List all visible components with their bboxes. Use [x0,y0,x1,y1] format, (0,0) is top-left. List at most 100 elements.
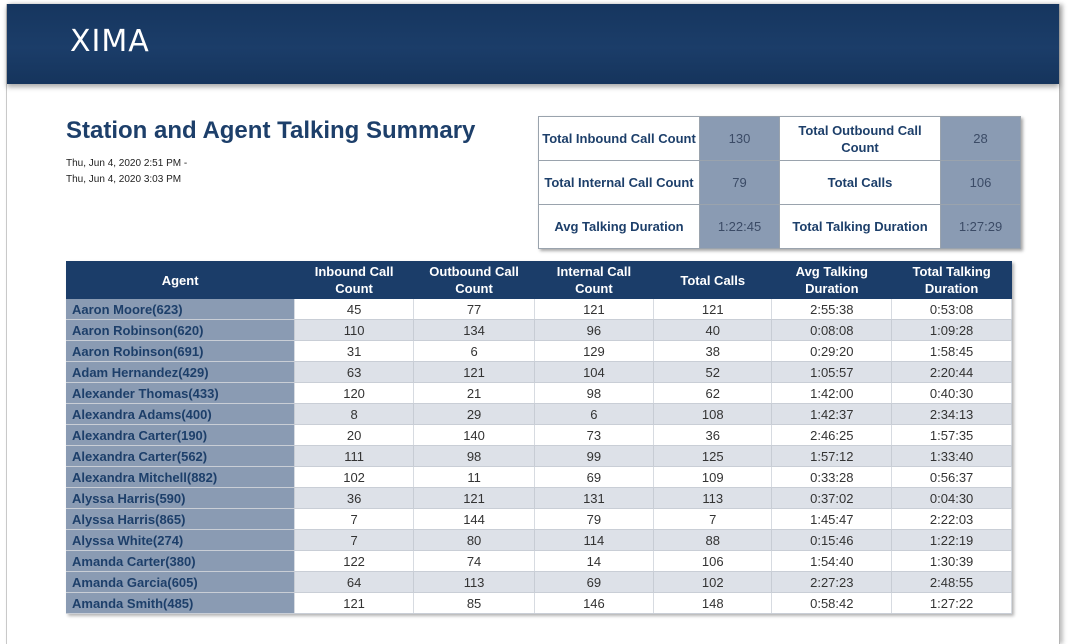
table-row: Aaron Robinson(691) 31 6 129 38 0:29:20 1:58:4… [66,340,1012,362]
table-cell: 2:27:23 [771,571,893,593]
table-cell: 140 [413,424,535,446]
table-cell: 2:22:03 [891,508,1012,530]
table-cell: 1:45:47 [771,508,893,530]
report-page: XIMA Station and Agent Talking Summary T… [6,4,1060,644]
agent-name-cell: Alyssa White(274) [66,529,295,551]
agent-table: Agent Inbound Call Count Outbound Call C… [66,261,1012,614]
table-row: Alexandra Carter(562) 111 98 99 125 1:57:12 1:… [66,445,1012,467]
agent-name-cell: Amanda Garcia(605) [66,571,295,593]
table-cell: 7 [653,508,773,530]
column-header: Total Calls [653,261,772,299]
table-cell: 69 [534,571,655,593]
column-header: Total Talking Duration [891,261,1012,299]
table-cell: 0:37:02 [771,487,893,509]
table-cell: 38 [653,340,773,362]
table-cell: 40 [653,319,773,341]
summary-value: 1:22:45 [699,204,780,249]
table-row: Aaron Robinson(620) 110 134 96 40 0:08:08 1:09… [66,319,1012,341]
table-cell: 31 [294,340,415,362]
table-cell: 74 [413,550,535,572]
table-cell: 1:42:00 [771,382,893,404]
summary-value: 1:27:29 [940,204,1021,249]
table-cell: 14 [534,550,655,572]
table-row: Amanda Garcia(605) 64 113 69 102 2:27:23 2:48:… [66,571,1012,593]
table-row: Alyssa Harris(590) 36 121 131 113 0:37:02 0:04… [66,487,1012,509]
table-cell: 120 [294,382,415,404]
summary-table: Total Inbound Call Count 130 Total Outbo… [538,116,1021,249]
table-cell: 1:27:22 [891,592,1012,614]
table-cell: 36 [653,424,773,446]
table-cell: 99 [534,445,655,467]
table-cell: 146 [534,592,655,614]
summary-label: Total Inbound Call Count [538,116,700,161]
table-row: Amanda Carter(380) 122 74 14 106 1:54:40 1:30:… [66,550,1012,572]
table-cell: 73 [534,424,655,446]
table-cell: 0:15:46 [771,529,893,551]
table-row: Adam Hernandez(429) 63 121 104 52 1:05:57 2:20… [66,361,1012,383]
summary-value: 79 [699,160,780,205]
table-cell: 29 [413,403,535,425]
table-cell: 2:20:44 [891,361,1012,383]
table-cell: 104 [534,361,655,383]
logo-text: XIMA [70,24,150,59]
agent-name-cell: Amanda Smith(485) [66,592,295,614]
table-cell: 110 [294,319,415,341]
column-header: Inbound Call Count [294,261,414,299]
table-cell: 0:08:08 [771,319,893,341]
summary-label: Avg Talking Duration [538,204,700,249]
table-cell: 113 [653,487,773,509]
column-header: Agent [66,261,295,299]
agent-name-cell: Alexandra Mitchell(882) [66,466,295,488]
header-banner: XIMA [7,4,1059,84]
table-cell: 7 [294,529,415,551]
table-cell: 96 [534,319,655,341]
column-header: Avg Talking Duration [771,261,892,299]
table-cell: 1:09:28 [891,319,1012,341]
table-cell: 1:57:35 [891,424,1012,446]
table-cell: 2:46:25 [771,424,893,446]
table-row: Alexandra Mitchell(882) 102 11 69 109 0:33:28… [66,466,1012,488]
date-start: Thu, Jun 4, 2020 2:51 PM - [66,158,188,169]
table-row: Amanda Smith(485) 121 85 146 148 0:58:42 1:27:… [66,592,1012,614]
agent-name-cell: Alexandra Carter(562) [66,445,295,467]
table-cell: 0:56:37 [891,466,1012,488]
summary-label: Total Internal Call Count [538,160,700,205]
table-cell: 102 [653,571,773,593]
table-cell: 111 [294,445,415,467]
table-cell: 121 [413,361,535,383]
table-cell: 20 [294,424,415,446]
table-cell: 102 [294,466,415,488]
table-cell: 62 [653,382,773,404]
summary-label: Total Calls [779,160,941,205]
agent-name-cell: Aaron Moore(623) [66,299,295,320]
table-cell: 69 [534,466,655,488]
date-end: Thu, Jun 4, 2020 3:03 PM [66,174,182,185]
table-cell: 11 [413,466,535,488]
table-cell: 21 [413,382,535,404]
table-cell: 108 [653,403,773,425]
table-cell: 6 [413,340,535,362]
xima-logo: XIMA [70,24,150,59]
table-cell: 64 [294,571,415,593]
date-range: Thu, Jun 4, 2020 2:51 PM - Thu, Jun 4, 2… [66,156,187,188]
table-cell: 52 [653,361,773,383]
table-cell: 144 [413,508,535,530]
table-cell: 2:34:13 [891,403,1012,425]
table-cell: 63 [294,361,415,383]
report-title: Station and Agent Talking Summary [66,117,476,144]
table-cell: 129 [534,340,655,362]
table-cell: 80 [413,529,535,551]
table-cell: 6 [534,403,655,425]
table-row: Alexandra Adams(400) 8 29 6 108 1:42:37 2:34:1… [66,403,1012,425]
table-cell: 121 [294,592,415,614]
table-row: Aaron Moore(623) 45 77 121 121 2:55:38 0:53:08 [66,299,1012,320]
column-header: Outbound Call Count [413,261,535,299]
table-cell: 114 [534,529,655,551]
table-cell: 0:04:30 [891,487,1012,509]
table-cell: 77 [413,299,535,320]
table-cell: 45 [294,299,415,320]
table-cell: 134 [413,319,535,341]
table-cell: 1:58:45 [891,340,1012,362]
summary-label: Total Outbound Call Count [779,116,941,161]
table-cell: 1:42:37 [771,403,893,425]
